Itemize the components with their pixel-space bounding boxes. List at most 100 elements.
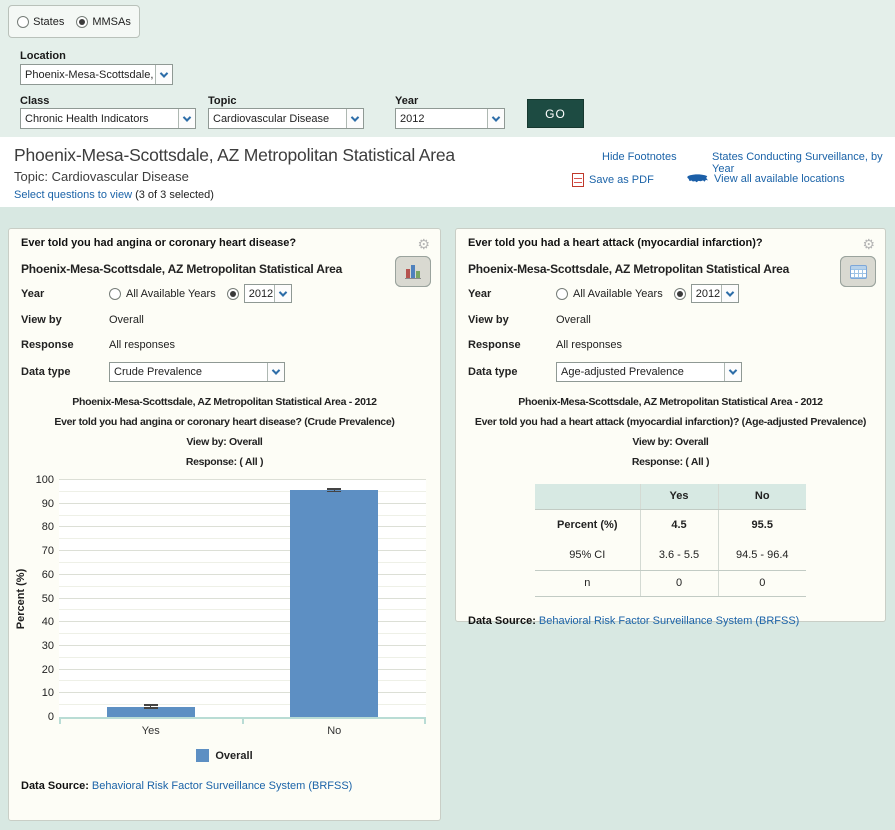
- bar-chart-icon: [405, 265, 421, 279]
- chevron-down-icon: [267, 363, 284, 381]
- topic-select-value: Cardiovascular Disease: [209, 113, 346, 125]
- topic-label: Topic: [208, 95, 237, 107]
- data-source-label: Data Source:: [468, 615, 536, 627]
- data-type-label: Data type: [468, 366, 556, 378]
- gear-icon[interactable]: ⚙: [862, 237, 875, 251]
- view-toggle: [395, 256, 431, 287]
- all-years-label: All Available Years: [126, 288, 216, 300]
- chart-xlabels: YesNo: [59, 725, 426, 737]
- select-questions-link[interactable]: Select questions to view: [14, 189, 132, 201]
- all-years-radio[interactable]: [556, 288, 568, 300]
- data-type-value: Age-adjusted Prevalence: [557, 366, 724, 378]
- response-value: All responses: [556, 339, 622, 351]
- year-control-label: Year: [468, 288, 556, 300]
- geo-type-toggle: States MMSAs: [8, 5, 140, 38]
- data-source-line: Data Source: Behavioral Risk Factor Surv…: [21, 780, 428, 792]
- panel-location-title: Phoenix-Mesa-Scottsdale, AZ Metropolitan…: [456, 249, 801, 276]
- year-control-row: Year All Available Years 2012: [468, 284, 873, 303]
- response-row: Response All responses: [21, 337, 428, 353]
- go-button[interactable]: GO: [527, 99, 584, 128]
- location-select-value: Phoenix-Mesa-Scottsdale, AZ: [21, 69, 155, 81]
- table-row-label: n: [535, 570, 640, 596]
- us-map-icon: [686, 172, 709, 185]
- bar-chart: Percent (%) 0102030405060708090100: [13, 480, 426, 717]
- chart-view-button[interactable]: [395, 256, 431, 287]
- table-row: 95% CI3.6 - 5.594.5 - 96.4: [535, 540, 806, 570]
- data-source-link[interactable]: Behavioral Risk Factor Surveillance Syst…: [92, 780, 352, 792]
- view-by-row: View by Overall: [21, 312, 428, 328]
- data-type-value: Crude Prevalence: [110, 366, 267, 378]
- states-radio-option[interactable]: States: [17, 16, 64, 28]
- question-title: Ever told you had a heart attack (myocar…: [456, 229, 885, 249]
- class-select-value: Chronic Health Indicators: [21, 113, 178, 125]
- table-row: Percent (%)4.595.5: [535, 509, 806, 540]
- page-title: Phoenix-Mesa-Scottsdale, AZ Metropolitan…: [14, 145, 455, 166]
- topic-select[interactable]: Cardiovascular Disease: [208, 108, 364, 129]
- selection-count: (3 of 3 selected): [132, 189, 214, 201]
- table-titles: Phoenix-Mesa-Scottsdale, AZ Metropolitan…: [456, 392, 885, 472]
- table-cell: 0: [718, 570, 806, 596]
- states-radio[interactable]: [17, 16, 29, 28]
- view-toggle: [840, 256, 876, 287]
- angina-question-panel: Ever told you had angina or coronary hea…: [8, 228, 441, 821]
- response-label: Response: [21, 339, 109, 351]
- table-title-line: Ever told you had a heart attack (myocar…: [456, 412, 885, 432]
- legend-label: Overall: [215, 750, 252, 762]
- chart-legend: Overall: [9, 749, 440, 762]
- gear-icon[interactable]: ⚙: [417, 237, 430, 251]
- select-questions-row: Select questions to view (3 of 3 selecte…: [14, 189, 214, 201]
- mmsas-radio[interactable]: [76, 16, 88, 28]
- filter-bar: States MMSAs Location Phoenix-Mesa-Scott…: [0, 0, 895, 137]
- panel-year-select[interactable]: 2012: [244, 284, 292, 303]
- table-cell: 95.5: [718, 509, 806, 540]
- table-row: n00: [535, 570, 806, 596]
- table-column-header: [535, 484, 640, 509]
- heart-attack-question-panel: Ever told you had a heart attack (myocar…: [455, 228, 886, 622]
- data-type-select[interactable]: Crude Prevalence: [109, 362, 285, 382]
- chevron-down-icon: [178, 109, 195, 128]
- mmsas-radio-option[interactable]: MMSAs: [76, 16, 131, 28]
- chevron-down-icon: [721, 285, 738, 302]
- data-type-select[interactable]: Age-adjusted Prevalence: [556, 362, 742, 382]
- data-type-row: Data type Age-adjusted Prevalence: [468, 362, 873, 382]
- location-select[interactable]: Phoenix-Mesa-Scottsdale, AZ: [20, 64, 173, 85]
- table-column-header: No: [718, 484, 806, 509]
- panel-year-select[interactable]: 2012: [691, 284, 739, 303]
- year-control-row: Year All Available Years 2012: [21, 284, 428, 303]
- table-row-label: Percent (%): [535, 509, 640, 540]
- chevron-down-icon: [346, 109, 363, 128]
- single-year-radio[interactable]: [674, 288, 686, 300]
- error-bar: [140, 704, 162, 708]
- view-locations-link[interactable]: View all available locations: [714, 173, 845, 185]
- single-year-radio[interactable]: [227, 288, 239, 300]
- year-select[interactable]: 2012: [395, 108, 505, 129]
- chevron-down-icon: [155, 65, 172, 84]
- chart-title-line: View by: Overall: [9, 432, 440, 452]
- chart-plot: [59, 480, 426, 717]
- class-select[interactable]: Chronic Health Indicators: [20, 108, 196, 129]
- view-by-label: View by: [468, 314, 556, 326]
- states-radio-label: States: [33, 16, 64, 28]
- table-cell: 0: [640, 570, 718, 596]
- chart-yticks: 0102030405060708090100: [29, 480, 59, 717]
- data-source-link[interactable]: Behavioral Risk Factor Surveillance Syst…: [539, 615, 799, 627]
- legend-swatch: [196, 749, 209, 762]
- save-pdf-link[interactable]: Save as PDF: [589, 174, 654, 186]
- response-label: Response: [468, 339, 556, 351]
- all-years-label: All Available Years: [573, 288, 663, 300]
- x-axis-category-label: Yes: [59, 725, 243, 737]
- all-years-radio[interactable]: [109, 288, 121, 300]
- y-axis-label: Percent (%): [13, 480, 29, 717]
- question-title: Ever told you had angina or coronary hea…: [9, 229, 440, 249]
- error-bar: [323, 488, 345, 492]
- panel-controls: Year All Available Years 2012 View by Ov…: [21, 284, 428, 382]
- chevron-down-icon: [724, 363, 741, 381]
- view-by-value: Overall: [556, 314, 591, 326]
- year-select-value: 2012: [396, 113, 487, 125]
- pdf-icon: [572, 173, 584, 187]
- view-by-label: View by: [21, 314, 109, 326]
- hide-footnotes-link[interactable]: Hide Footnotes: [602, 151, 677, 163]
- table-view-button[interactable]: [840, 256, 876, 287]
- view-by-value: Overall: [109, 314, 144, 326]
- content-area: Ever told you had angina or coronary hea…: [0, 207, 895, 830]
